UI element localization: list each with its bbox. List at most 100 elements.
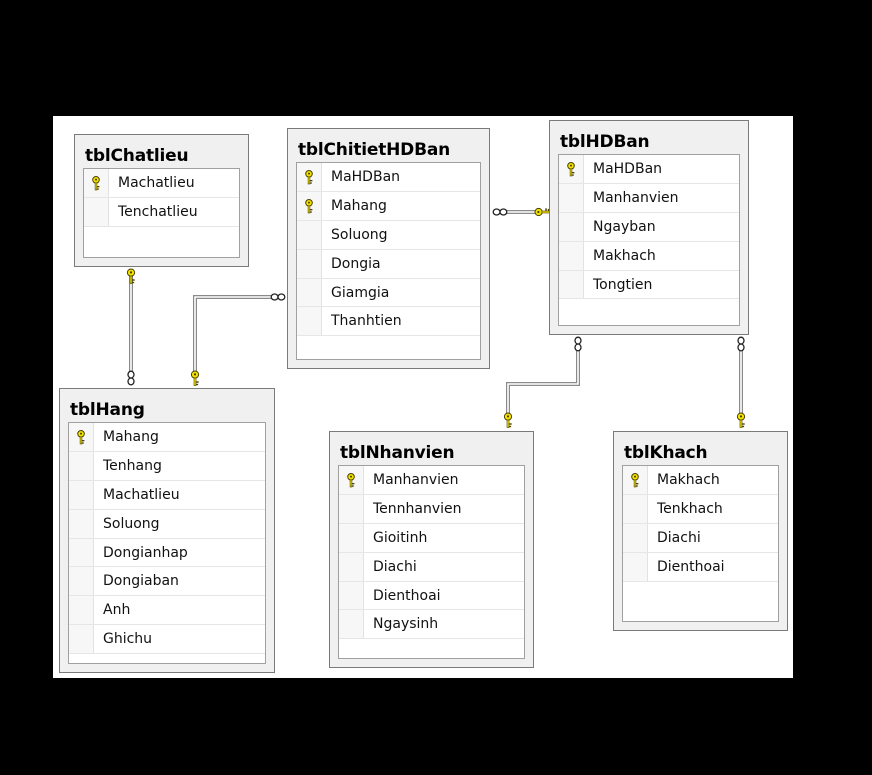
many-end-icon [492,208,508,216]
column-list: MaHDBan Mahang Soluong Dongia Giamgia Thanhti… [296,162,481,360]
column-list: MaHDBan Manhanvien Ngayban Makhach Tongtien [558,154,740,326]
column-list: Makhach Tenkhach Diachi Dienthoai [622,465,779,622]
column-row[interactable]: Tennhanvien [339,494,524,524]
primary-key-icon [69,423,94,451]
column-name: Diachi [373,558,417,575]
column-row[interactable]: Giamgia [297,278,480,308]
column-list: Mahang Tenhang Machatlieu Soluong Dongianhap… [68,422,266,664]
column-row[interactable]: Machatlieu [69,480,265,510]
column-row[interactable]: Mahang [69,423,265,452]
row-selector [297,278,322,307]
column-row[interactable]: Anh [69,596,265,626]
relationship-nhanvien-hdban[interactable] [506,338,580,420]
table-tblChitietHDBan[interactable]: tblChitietHDBan MaHDBan Mahang Soluong Dong… [287,128,490,369]
column-name: Ghichu [103,631,153,648]
row-selector [559,241,584,270]
column-row[interactable]: Diachi [623,523,778,553]
column-name: Ngayban [593,218,656,235]
column-name: Machatlieu [103,486,180,503]
column-name: Manhanvien [593,189,679,206]
many-end-icon [737,336,745,352]
table-tblHDBan[interactable]: tblHDBan MaHDBan Manhanvien Ngayban Makhach… [549,120,749,335]
row-selector [339,581,364,610]
primary-key-icon [559,155,584,183]
relationship-hang-chitiet[interactable] [193,295,275,378]
column-row[interactable]: Mahang [297,191,480,221]
row-selector [623,494,648,523]
column-row[interactable]: Tenhang [69,451,265,481]
column-row[interactable]: MaHDBan [559,155,739,184]
column-name: Tenkhach [657,500,723,517]
row-selector [559,212,584,241]
column-row[interactable]: Makhach [559,241,739,271]
table-tblNhanvien[interactable]: tblNhanvien Manhanvien Tennhanvien Gioitin… [329,431,534,668]
column-name: Dongiaban [103,573,179,590]
row-selector [69,451,94,480]
many-end-icon [127,370,135,386]
row-selector [339,523,364,552]
column-row[interactable]: Dongiaban [69,567,265,597]
row-selector [297,307,322,336]
column-row[interactable]: Thanhtien [297,307,480,337]
column-name: Tennhanvien [373,500,462,517]
column-row[interactable]: Tenchatlieu [84,197,239,227]
column-name: Machatlieu [118,175,195,191]
row-selector [69,509,94,538]
column-row[interactable]: Tenkhach [623,494,778,524]
column-row[interactable]: Dienthoai [623,552,778,582]
column-name: Tenhang [103,457,162,474]
column-row[interactable]: Tongtien [559,270,739,300]
table-title: tblHang [70,400,145,420]
column-row[interactable]: Dongianhap [69,538,265,568]
column-row[interactable]: Ngaysinh [339,610,524,640]
column-row[interactable]: MaHDBan [297,163,480,192]
table-tblKhach[interactable]: tblKhach Makhach Tenkhach Diachi Dienthoai [613,431,788,631]
row-selector [339,610,364,639]
column-list: Manhanvien Tennhanvien Gioitinh Diachi Dient… [338,465,525,659]
column-row[interactable]: Gioitinh [339,523,524,553]
row-selector [69,567,94,596]
column-name: Makhach [593,247,656,264]
column-row[interactable]: Makhach [623,466,778,495]
many-end-icon [270,293,286,301]
row-selector [69,480,94,509]
column-name: Dienthoai [373,587,441,604]
table-title: tblChatlieu [85,146,189,166]
primary-key-icon [297,191,322,220]
column-row[interactable]: Soluong [69,509,265,539]
column-row[interactable]: Dienthoai [339,581,524,611]
row-selector [297,249,322,278]
column-row[interactable]: Diachi [339,552,524,582]
table-tblHang[interactable]: tblHang Mahang Tenhang Machatlieu Soluong Do… [59,388,275,673]
column-name: Soluong [331,226,388,243]
column-row[interactable]: Manhanvien [559,183,739,213]
one-end-key-icon [736,412,746,428]
column-row[interactable]: Soluong [297,220,480,250]
row-selector [623,523,648,552]
column-row[interactable]: Ngayban [559,212,739,242]
column-row[interactable]: Machatlieu [84,169,239,198]
column-name: MaHDBan [331,169,401,185]
row-selector [623,552,648,581]
column-name: Ngaysinh [373,616,439,633]
column-row[interactable]: Ghichu [69,625,265,655]
column-name: Soluong [103,515,160,532]
column-row[interactable]: Manhanvien [339,466,524,495]
one-end-key-icon [190,370,200,386]
row-selector [69,596,94,625]
row-selector [339,552,364,581]
column-name: Dienthoai [657,558,725,575]
column-name: Mahang [331,197,387,214]
table-title: tblChitietHDBan [298,140,451,160]
row-selector [559,183,584,212]
row-selector [339,494,364,523]
one-end-key-icon [126,268,136,284]
column-row[interactable]: Dongia [297,249,480,279]
table-tblChatlieu[interactable]: tblChatlieu Machatlieu Tenchatlieu [74,134,249,267]
row-selector [559,270,584,299]
column-name: Gioitinh [373,529,428,546]
primary-key-icon [297,163,322,191]
table-title: tblNhanvien [340,443,455,463]
table-title: tblHDBan [560,132,650,152]
column-name: Mahang [103,429,159,445]
